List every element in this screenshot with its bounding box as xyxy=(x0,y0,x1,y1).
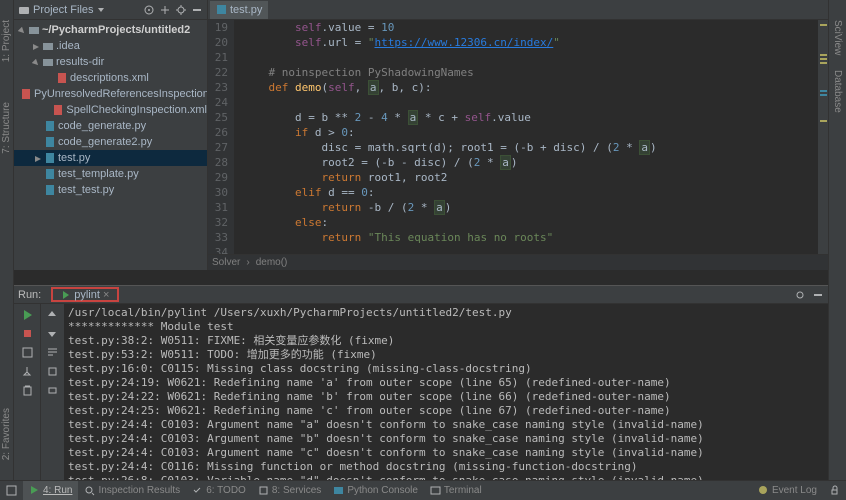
tree-file-py[interactable]: test_test.py xyxy=(14,182,207,198)
breadcrumb-item[interactable]: Solver xyxy=(212,257,240,268)
bottom-tab-todo[interactable]: 6: TODO xyxy=(186,481,252,500)
layout-icon[interactable] xyxy=(21,346,34,359)
editor-tabs: test.py xyxy=(208,0,828,20)
up-icon[interactable] xyxy=(46,308,59,321)
sidebar-tab-sciview[interactable]: SciView xyxy=(832,20,843,55)
wrap-icon[interactable] xyxy=(46,346,59,359)
gear-icon[interactable] xyxy=(794,289,806,301)
chevron-down-icon[interactable] xyxy=(97,6,105,14)
tree-folder-results[interactable]: results-dir xyxy=(14,54,207,70)
bottom-tab-terminal[interactable]: Terminal xyxy=(424,481,488,500)
pin-icon[interactable] xyxy=(21,365,34,378)
sidebar-tab-favorites[interactable]: 2: Favorites xyxy=(1,408,12,460)
run-header: Run: pylint × xyxy=(14,286,828,304)
sidebar-tab-project[interactable]: 1: Project xyxy=(1,20,12,62)
tree-file-py[interactable]: code_generate2.py xyxy=(14,134,207,150)
print-icon[interactable] xyxy=(46,384,59,397)
python-file-icon xyxy=(216,4,227,15)
run-panel: Run: pylint × /usr/local/bin/pylint /Use… xyxy=(14,285,828,480)
tree-file-py[interactable]: code_generate.py xyxy=(14,118,207,134)
sidebar-tab-database[interactable]: Database xyxy=(832,70,843,113)
target-icon[interactable] xyxy=(143,4,155,16)
tree-root-label: ~/PycharmProjects/untitled2 xyxy=(42,24,190,36)
run-label: Run: xyxy=(18,289,41,301)
close-icon[interactable]: × xyxy=(103,289,109,301)
bottom-lock-icon[interactable] xyxy=(823,481,846,500)
down-icon[interactable] xyxy=(46,327,59,340)
trash-icon[interactable] xyxy=(21,384,34,397)
editor-tab-label: test.py xyxy=(230,4,262,16)
run-output[interactable]: /usr/local/bin/pylint /Users/xuxh/Pychar… xyxy=(64,304,828,480)
tree-file-xml[interactable]: PyUnresolvedReferencesInspection.xml xyxy=(14,86,207,102)
collapse-icon[interactable] xyxy=(159,4,171,16)
stop-icon[interactable] xyxy=(21,327,34,340)
project-tree[interactable]: ~/PycharmProjects/untitled2 .idea result… xyxy=(14,20,207,270)
run-toolbar xyxy=(14,304,40,480)
breadcrumb: Solver › demo() xyxy=(208,254,828,270)
bottom-tab-python-console[interactable]: Python Console xyxy=(327,481,424,500)
tree-root[interactable]: ~/PycharmProjects/untitled2 xyxy=(14,22,207,38)
tree-file-xml[interactable]: SpellCheckingInspection.xml xyxy=(14,102,207,118)
editor-body[interactable]: 1920212223242526272829303132333435363738… xyxy=(208,20,828,254)
rerun-icon[interactable] xyxy=(21,308,34,321)
tree-file-py-selected[interactable]: test.py xyxy=(14,150,207,166)
run-sub-toolbar xyxy=(40,304,64,480)
play-icon xyxy=(61,290,71,300)
left-tool-sidebar: 1: Project 7: Structure 2: Favorites xyxy=(0,0,14,480)
right-tool-sidebar: SciView Database xyxy=(828,0,846,480)
project-panel-title: Project Files xyxy=(33,4,94,16)
bottom-event-log[interactable]: Event Log xyxy=(752,481,823,500)
bottom-tab-inspection[interactable]: Inspection Results xyxy=(78,481,186,500)
editor-area: test.py 19202122232425262728293031323334… xyxy=(208,0,828,270)
bottom-menu-icon[interactable] xyxy=(0,481,23,500)
tree-folder-idea[interactable]: .idea xyxy=(14,38,207,54)
tree-file-xml[interactable]: descriptions.xml xyxy=(14,70,207,86)
hide-icon[interactable] xyxy=(812,289,824,301)
scroll-marks xyxy=(818,20,828,254)
sidebar-tab-structure[interactable]: 7: Structure xyxy=(1,102,12,154)
breadcrumb-item[interactable]: demo() xyxy=(256,257,288,268)
gutter: 1920212223242526272829303132333435363738… xyxy=(208,20,234,254)
code-area[interactable]: self.value = 10 self.url = "https://www.… xyxy=(234,20,828,254)
gear-icon[interactable] xyxy=(175,4,187,16)
bottom-tab-run[interactable]: 4: Run xyxy=(23,481,78,500)
bottom-tab-services[interactable]: 8: Services xyxy=(252,481,327,500)
bottom-bar: 4: Run Inspection Results 6: TODO 8: Ser… xyxy=(0,480,846,500)
project-panel-header: Project Files xyxy=(14,0,207,20)
folder-icon xyxy=(18,4,30,16)
project-panel: Project Files ~/PycharmProjects/untitled… xyxy=(14,0,208,270)
editor-tab[interactable]: test.py xyxy=(210,1,268,19)
run-tab-pylint[interactable]: pylint × xyxy=(51,287,119,302)
scroll-icon[interactable] xyxy=(46,365,59,378)
hide-icon[interactable] xyxy=(191,4,203,16)
tree-file-py[interactable]: test_template.py xyxy=(14,166,207,182)
